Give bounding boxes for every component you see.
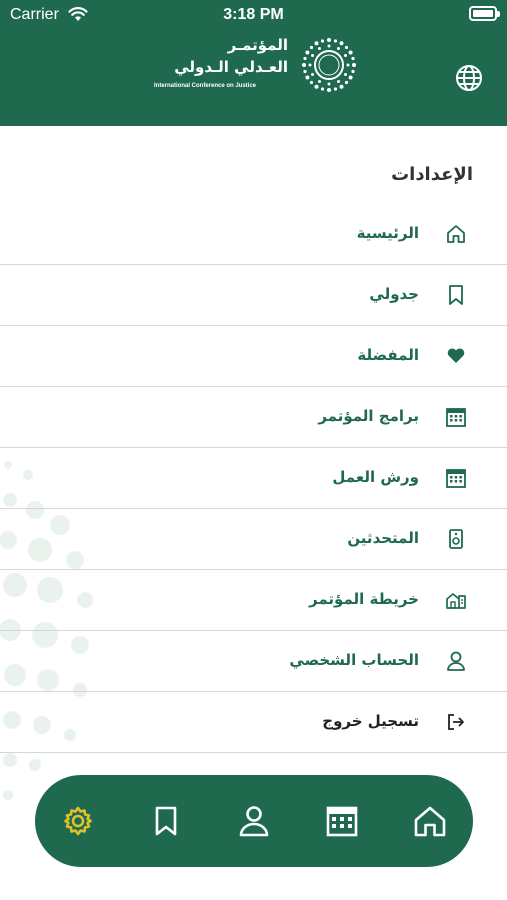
logo-english-text: International Conference on Justice [154,83,257,89]
gear-icon[interactable] [60,803,96,839]
logo-emblem-icon [302,38,356,92]
settings-title: الإعدادات [391,164,473,185]
menu-item-speakers[interactable]: المتحدثين [0,509,507,570]
menu-item-label: الحساب الشخصي [289,651,419,669]
menu-item-conference-map[interactable]: خريطة المؤتمر [0,570,507,631]
person-icon [447,651,465,671]
person-icon[interactable] [236,803,272,839]
menu-item-label: المفضلة [357,346,419,364]
menu-item-label: الرئيسية [356,224,419,242]
clock: 3:18 PM [223,6,284,23]
menu-item-home[interactable]: الرئيسية [0,204,507,265]
bottom-tab-bar [35,775,473,867]
speaker-icon [449,529,463,549]
menu-item-label: برامج المؤتمر [318,407,419,425]
home-icon[interactable] [412,803,448,839]
menu-item-profile[interactable]: الحساب الشخصي [0,631,507,692]
app-header: Carrier 3:18 PM المؤتمـر العـدلي الـدولي… [0,0,507,126]
logo-arabic-line2: العـدلي الـدولي [174,58,288,76]
menu-item-workshops[interactable]: ورش العمل [0,448,507,509]
menu-item-logout[interactable]: تسجيل خروج [0,692,507,753]
logo-arabic-line1: المؤتمـر [227,36,288,54]
bookmark-icon[interactable] [148,803,184,839]
menu-item-favorites[interactable]: المفضلة [0,326,507,387]
menu-item-label: خريطة المؤتمر [309,590,419,608]
globe-icon[interactable] [455,64,483,92]
calendar-icon [446,469,466,488]
menu-item-my-schedule[interactable]: جدولي [0,265,507,326]
heart-icon [447,348,465,363]
menu-item-label: جدولي [369,285,419,303]
calendar-icon [446,408,466,427]
logout-icon [448,714,464,730]
calendar-icon[interactable] [324,803,360,839]
menu-item-conference-programs[interactable]: برامج المؤتمر [0,387,507,448]
status-bar: Carrier 3:18 PM [0,0,507,30]
conference-logo: المؤتمـر العـدلي الـدولي International C… [150,36,360,96]
battery-icon [469,6,500,21]
menu-item-label: المتحدثين [347,529,419,547]
menu-item-label: ورش العمل [332,468,419,486]
settings-menu: الرئيسية جدولي المفضلة برامج المؤتمر ورش… [0,204,507,753]
map-building-icon [446,593,466,609]
menu-item-label: تسجيل خروج [322,712,419,730]
bookmark-icon [449,285,463,305]
home-icon [447,225,465,243]
